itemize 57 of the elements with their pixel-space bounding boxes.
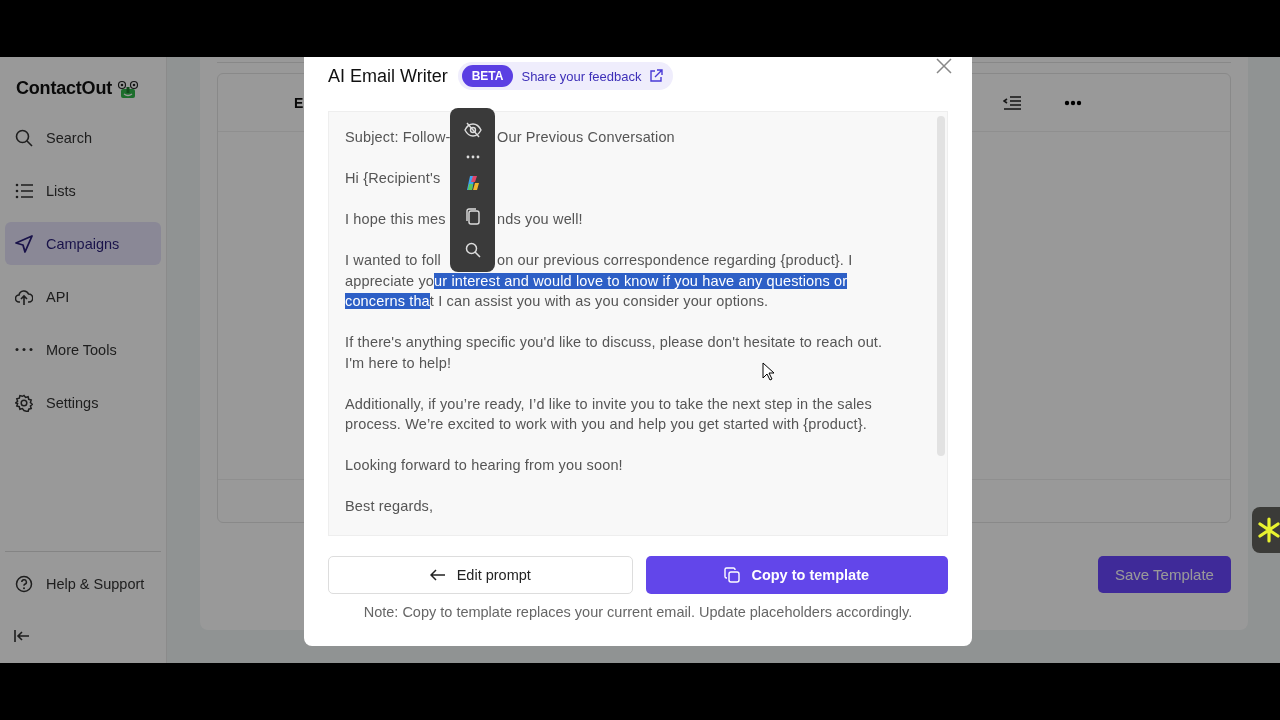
- email-text: appreciate yo: [345, 272, 434, 289]
- copy-icon: [724, 567, 741, 583]
- email-text: I hope this mes: [345, 210, 446, 229]
- asterisk-icon: [1258, 517, 1280, 543]
- search-icon: [15, 128, 33, 147]
- copy-icon[interactable]: [465, 208, 480, 226]
- sidebar-item[interactable]: API: [5, 275, 161, 318]
- hide-icon[interactable]: [463, 122, 482, 139]
- email-text: nds you well!: [497, 210, 583, 229]
- outdent-icon[interactable]: [1003, 94, 1021, 111]
- sidebar-item[interactable]: Lists: [5, 169, 161, 212]
- beta-badge: BETA: [461, 65, 514, 87]
- email-text-area[interactable]: [328, 111, 948, 536]
- sidebar-item[interactable]: Help & Support: [5, 562, 161, 605]
- dialog-title: AI Email Writer: [328, 65, 448, 87]
- email-text: Subject: Follow-: [345, 128, 451, 147]
- close-icon[interactable]: [936, 58, 952, 74]
- email-text: Additionally, if you’re ready, I’d like to invite you to take the next step in the sales: [345, 395, 872, 412]
- cloud-upload-icon: [15, 287, 33, 306]
- email-text: I'm here to help!: [345, 354, 452, 371]
- search-icon[interactable]: [464, 241, 481, 258]
- email-text: on our previous correspondence regarding {product}. I: [497, 251, 853, 270]
- email-text: process. We’re excited to work with you and help you get started with {product}.: [345, 416, 867, 432]
- list-icon: [15, 181, 33, 200]
- external-link-icon[interactable]: [649, 69, 664, 83]
- mouse-pointer-icon: [762, 362, 775, 381]
- selected-text: concerns tha: [345, 293, 430, 309]
- sidebar-item[interactable]: More Tools: [5, 328, 161, 371]
- dots-icon: [15, 348, 33, 351]
- email-text: t I can assist you with as you consider your options.: [429, 293, 769, 309]
- logo-icon: [117, 80, 139, 99]
- email-text: Looking forward to hearing from you soon!: [345, 457, 623, 473]
- collapse-sidebar-icon[interactable]: [14, 629, 30, 643]
- copy-to-template-button[interactable]: Copy to template: [645, 556, 948, 594]
- sidebar-item[interactable]: Settings: [5, 381, 161, 424]
- logo-text: ContactOut: [16, 78, 112, 99]
- selected-text: ur interest and would love to know if you have any questions or: [434, 272, 848, 289]
- sidebar-item[interactable]: Search: [5, 116, 161, 159]
- floating-widget[interactable]: [1252, 507, 1280, 553]
- email-text: Our Previous Conversation: [497, 128, 675, 147]
- settings-icon: [15, 393, 33, 412]
- save-template-button[interactable]: Save Template: [1098, 555, 1231, 593]
- more-icon[interactable]: [465, 154, 480, 159]
- help-icon: [15, 574, 33, 593]
- arrow-left-icon: [429, 569, 446, 581]
- more-icon[interactable]: [1064, 99, 1082, 106]
- send-icon: [15, 234, 33, 253]
- email-text: If there's anything specific you'd like to discuss, please don't hesitate to reach out.: [345, 334, 883, 350]
- copilot-icon[interactable]: [464, 175, 481, 192]
- feedback-link[interactable]: Share your feedback: [521, 68, 642, 84]
- email-text: Best regards,: [345, 498, 434, 514]
- email-text: Hi {Recipient's: [345, 170, 441, 186]
- editor-heading: E: [294, 94, 304, 111]
- edit-prompt-button[interactable]: Edit prompt: [328, 556, 633, 594]
- note-text: Note: Copy to template replaces your current email. Update placeholders accordingly.: [362, 604, 914, 620]
- sidebar-item[interactable]: Campaigns: [5, 222, 161, 265]
- email-text: I wanted to foll: [345, 251, 441, 270]
